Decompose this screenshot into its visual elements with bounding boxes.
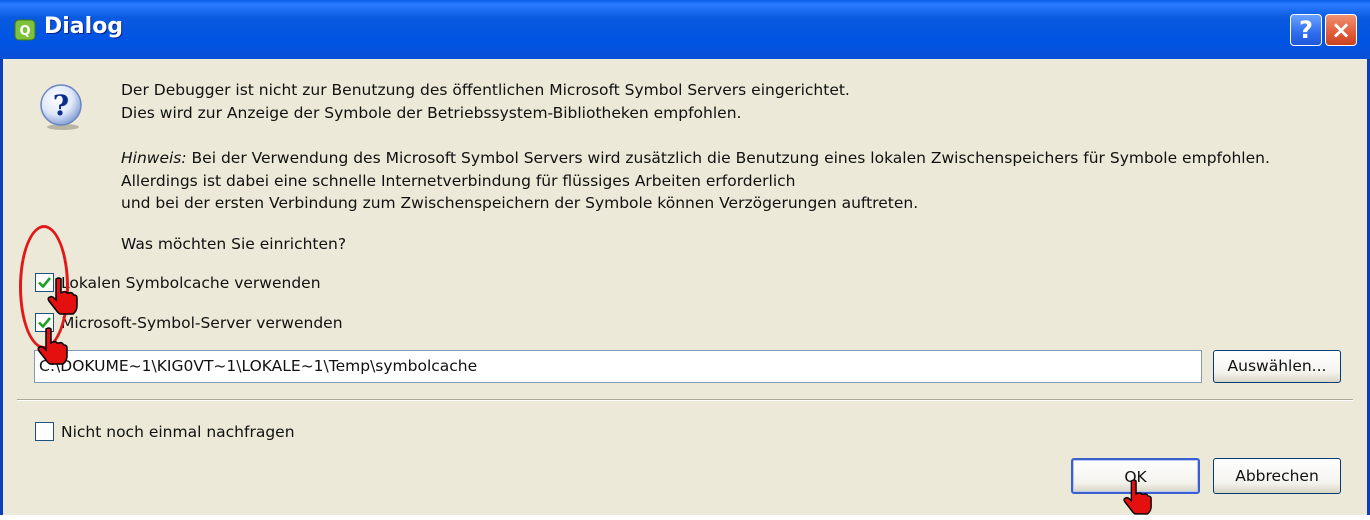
question-icon: ?: [37, 83, 85, 135]
dialog-window: Q Dialog ? × ? Der Debugger ist nicht zu…: [0, 0, 1370, 515]
help-button[interactable]: ?: [1290, 14, 1322, 46]
setup-question: Was möchten Sie einrichten?: [121, 235, 347, 253]
dialog-body: ? Der Debugger ist nicht zur Benutzung d…: [3, 59, 1367, 515]
window-title: Dialog: [44, 14, 124, 39]
close-icon: ×: [1330, 16, 1352, 44]
symbolcache-path-input[interactable]: C:\DOKUME~1\KIG0VT~1\LOKALE~1\Temp\symbo…: [34, 350, 1202, 383]
hand-cursor-icon: [1121, 478, 1153, 520]
hint-line-3: und bei der ersten Verbindung zum Zwisch…: [121, 194, 919, 212]
help-icon: ?: [1299, 16, 1313, 44]
browse-button[interactable]: Auswählen...: [1213, 350, 1341, 383]
title-bar[interactable]: Q Dialog ? ×: [0, 0, 1370, 60]
svg-text:?: ?: [53, 89, 69, 122]
hint-label: Hinweis:: [121, 149, 187, 167]
hand-cursor-icon: [45, 277, 79, 319]
local-cache-label[interactable]: Lokalen Symbolcache verwenden: [61, 274, 321, 292]
ms-server-label[interactable]: Microsoft-Symbol-Server verwenden: [61, 314, 343, 332]
message-line-1: Der Debugger ist nicht zur Benutzung des…: [121, 81, 850, 99]
hint-text: Bei der Verwendung des Microsoft Symbol …: [186, 149, 1270, 167]
close-button[interactable]: ×: [1325, 14, 1357, 46]
app-icon: Q: [14, 19, 36, 41]
hint-line-1: Hinweis: Bei der Verwendung des Microsof…: [121, 149, 1270, 167]
dont-ask-checkbox[interactable]: [35, 422, 54, 441]
hand-cursor-icon: [35, 327, 69, 369]
svg-text:Q: Q: [19, 24, 30, 39]
cancel-button[interactable]: Abbrechen: [1213, 458, 1341, 494]
message-line-2: Dies wird zur Anzeige der Symbole der Be…: [121, 104, 742, 122]
dont-ask-label[interactable]: Nicht noch einmal nachfragen: [61, 423, 295, 441]
hint-line-2: Allerdings ist dabei eine schnelle Inter…: [121, 172, 796, 190]
separator: [17, 399, 1353, 401]
